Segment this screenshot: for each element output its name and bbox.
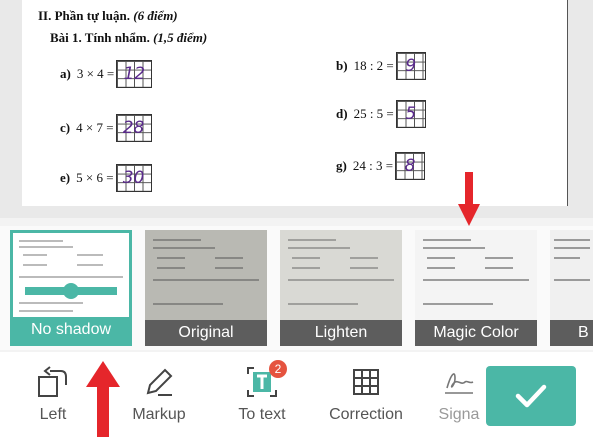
filter-label: B bbox=[550, 320, 593, 346]
filter-label: Magic Color bbox=[415, 320, 537, 346]
correction-button[interactable]: Correction bbox=[321, 362, 411, 424]
annotation-arrow-down-icon bbox=[458, 172, 480, 226]
filter-thumbnail bbox=[145, 230, 267, 320]
answer-box: 28 bbox=[115, 114, 152, 142]
to-text-button[interactable]: 2 To text bbox=[217, 360, 307, 424]
exercise-points: (1,5 điểm) bbox=[153, 30, 208, 45]
problem-g: g) 24 : 3 = 8 bbox=[336, 152, 426, 180]
filter-label: Original bbox=[145, 320, 267, 346]
answer-box: 9 bbox=[395, 52, 426, 80]
exercise-heading: Bài 1. Tính nhẩm. (1,5 điểm) bbox=[50, 30, 208, 45]
checkmark-icon bbox=[515, 384, 547, 408]
markup-button[interactable]: Markup bbox=[114, 362, 204, 424]
filter-magic-color[interactable]: Magic Color bbox=[415, 230, 537, 346]
filter-thumbnail bbox=[280, 230, 402, 320]
filter-original[interactable]: Original bbox=[145, 230, 267, 346]
filter-thumbnail bbox=[550, 230, 593, 320]
answer-box: 5 bbox=[395, 100, 426, 128]
filter-strip: No shadow Original Lighten Magic Color B bbox=[0, 226, 593, 350]
annotation-arrow-up-icon bbox=[86, 361, 120, 437]
section-heading: II. Phần tự luận. (6 điểm) bbox=[38, 8, 178, 23]
document-preview: II. Phần tự luận. (6 điểm) Bài 1. Tính n… bbox=[0, 0, 593, 218]
answer-box: 8 bbox=[395, 152, 426, 180]
answer-box: 30 bbox=[115, 164, 152, 192]
grid-icon bbox=[353, 369, 379, 395]
filter-thumbnail bbox=[415, 230, 537, 320]
answer-box: 12 bbox=[116, 60, 153, 88]
pen-icon bbox=[146, 368, 173, 396]
filter-thumbnail bbox=[13, 233, 129, 317]
problem-d: d) 25 : 5 = 5 bbox=[336, 100, 426, 128]
problem-c: c) 4 × 7 = 28 bbox=[60, 114, 152, 142]
scanned-page: II. Phần tự luận. (6 điểm) Bài 1. Tính n… bbox=[22, 0, 568, 206]
rotate-left-icon bbox=[38, 366, 67, 397]
problem-e: e) 5 × 6 = 30 bbox=[60, 164, 152, 192]
filter-label: No shadow bbox=[13, 317, 129, 343]
filter-b[interactable]: B bbox=[550, 230, 593, 346]
filter-no-shadow[interactable]: No shadow bbox=[10, 230, 132, 346]
problem-a: a) 3 × 4 = 12 bbox=[60, 60, 153, 88]
filter-label: Lighten bbox=[280, 320, 402, 346]
section-points: (6 điểm) bbox=[133, 8, 178, 23]
signature-icon bbox=[445, 373, 474, 394]
filter-lighten[interactable]: Lighten bbox=[280, 230, 402, 346]
rotate-left-button[interactable]: Left bbox=[8, 362, 98, 424]
confirm-button[interactable] bbox=[486, 366, 576, 426]
problem-b: b) 18 : 2 = 9 bbox=[336, 52, 426, 80]
notification-badge: 2 bbox=[269, 360, 287, 378]
